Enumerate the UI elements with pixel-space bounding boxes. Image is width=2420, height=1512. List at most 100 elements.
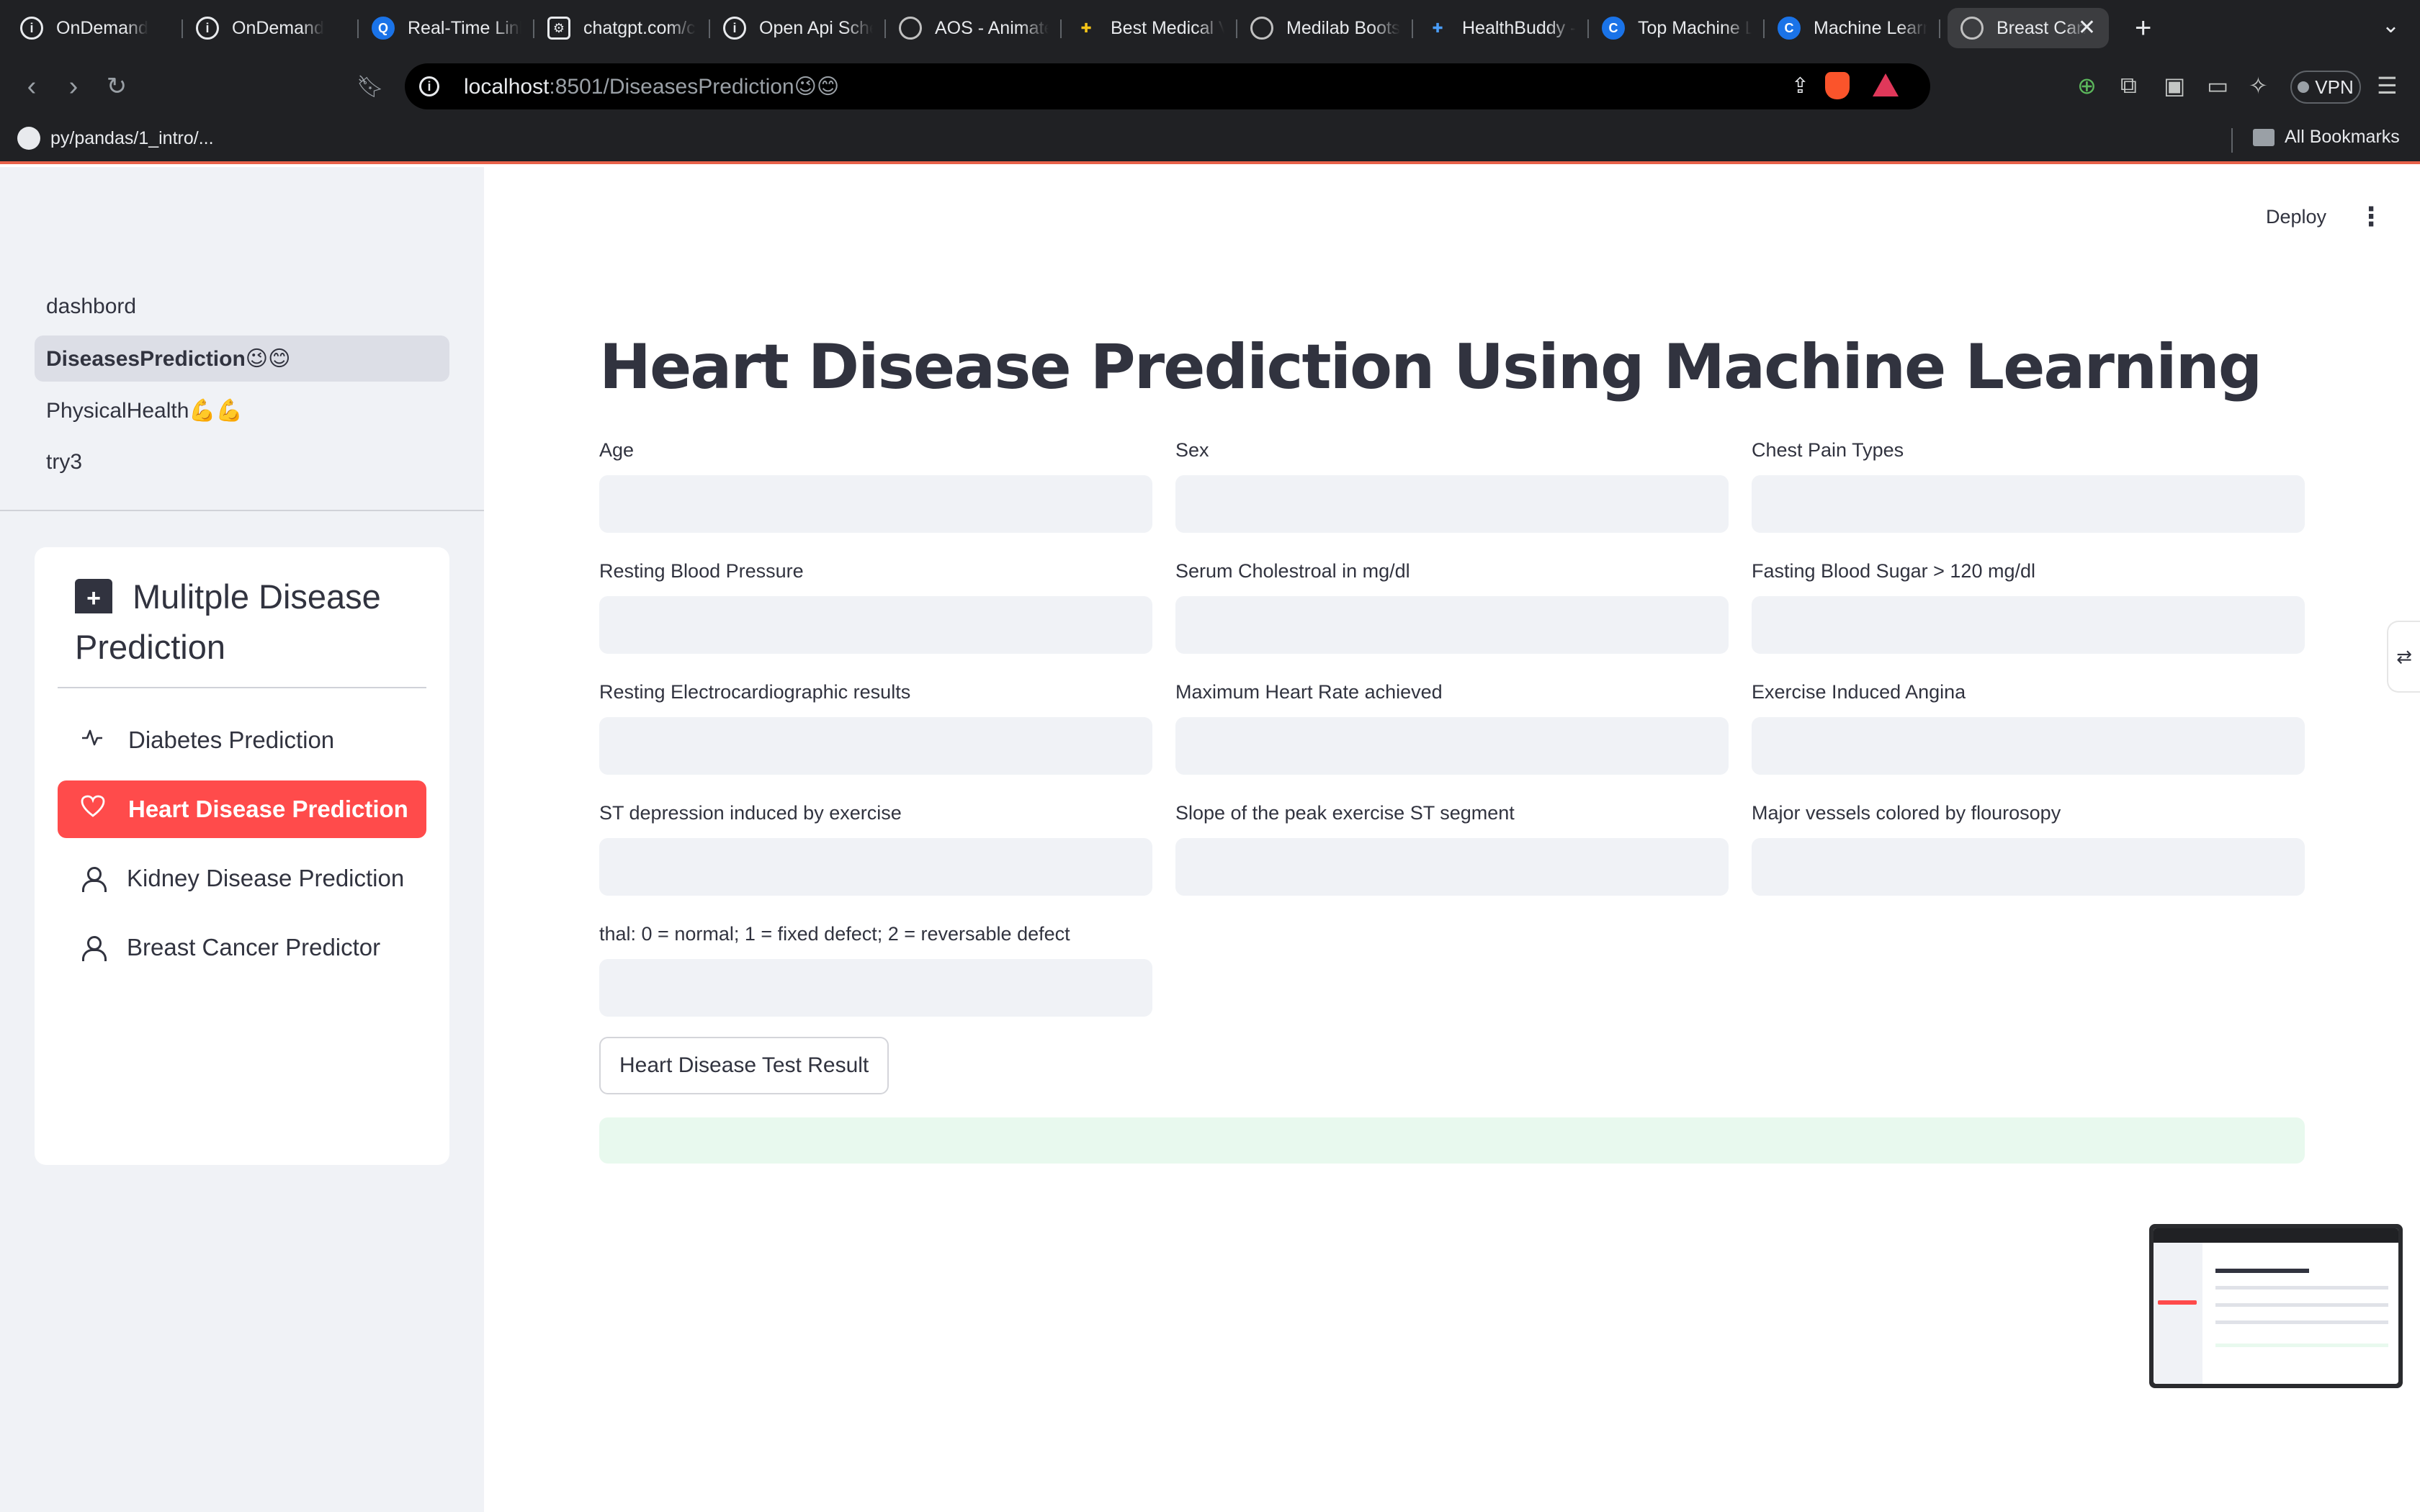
sidebar: dashbord DiseasesPrediction😉😊 PhysicalHe… [0, 167, 484, 1512]
browser-tab[interactable]: ✚ HealthBuddy - [1413, 8, 1589, 48]
medical-icon: ✚ [1080, 20, 1092, 35]
nav-link-label: DiseasesPrediction😉😊 [46, 346, 291, 371]
st-depression-input[interactable] [599, 838, 1152, 896]
tab-title: Breast Can [1996, 17, 2087, 38]
nav-link-dashbord[interactable]: dashbord [35, 284, 449, 330]
menu-item-kidney-disease[interactable]: Kidney Disease Prediction [58, 850, 426, 907]
menu-item-heart-disease[interactable]: Heart Disease Prediction [58, 780, 426, 838]
menu-item-breast-cancer[interactable]: Breast Cancer Predictor [58, 919, 426, 976]
nav-link-label: try3 [46, 450, 83, 474]
bookmark-icon[interactable]: 🔖︎ [353, 69, 387, 104]
browser-tab[interactable]: AOS - Animate [886, 8, 1062, 48]
menu-item-diabetes[interactable]: Diabetes Prediction [58, 711, 426, 769]
tab-title: Real-Time Link [408, 17, 521, 38]
side-panel-handle[interactable]: ⇄ [2387, 621, 2420, 693]
all-bookmarks-label: All Bookmarks [2285, 127, 2400, 147]
thumbnail-row [2215, 1344, 2388, 1347]
hamburger-menu-icon[interactable]: ☰ [2377, 72, 2398, 99]
url-text: localhost:8501/DiseasesPrediction😉😊 [464, 74, 839, 99]
menu-title: Mulitple Disease [58, 572, 426, 624]
fasting-sugar-input[interactable] [1752, 596, 2305, 654]
nav-link-try3[interactable]: try3 [35, 439, 449, 485]
sidebar-toggle-icon[interactable]: ▣ [2164, 72, 2185, 99]
puzzle-icon[interactable]: ⧉ [2120, 72, 2137, 99]
field-thal: thal: 0 = normal; 1 = fixed defect; 2 = … [599, 920, 1152, 1017]
deploy-button[interactable]: Deploy [2266, 206, 2326, 228]
vpn-button[interactable]: VPN [2290, 71, 2361, 104]
max-heart-rate-input[interactable] [1175, 717, 1729, 775]
thumbnail-chrome [2154, 1228, 2398, 1243]
major-vessels-input[interactable] [1752, 838, 2305, 896]
close-icon[interactable]: ✕ [2078, 15, 2096, 40]
github-icon [17, 127, 40, 150]
menu-title-line2: Prediction [75, 628, 225, 666]
browser-tab[interactable]: ✚ Best Medical V [1062, 8, 1237, 48]
person-icon [82, 867, 107, 892]
field-label: Maximum Heart Rate achieved [1175, 681, 1443, 703]
chest-pain-input[interactable] [1752, 475, 2305, 533]
age-input[interactable] [599, 475, 1152, 533]
thal-input[interactable] [599, 959, 1152, 1017]
thumbnail-row [2215, 1286, 2388, 1290]
resting-ecg-input[interactable] [599, 717, 1152, 775]
leo-ai-icon[interactable]: ✧ [2249, 72, 2268, 99]
heart-icon [81, 795, 105, 824]
extension-add-icon[interactable]: ⊕ [2077, 72, 2097, 99]
more-options-icon[interactable]: ⋮ [2358, 202, 2384, 232]
brave-rewards-icon[interactable] [1873, 73, 1899, 96]
back-button[interactable]: ‹ [14, 69, 49, 104]
browser-tab[interactable]: ⚙ chatgpt.com/c [534, 8, 710, 48]
wallet-icon[interactable]: ▭ [2207, 72, 2228, 99]
cholesterol-input[interactable] [1175, 596, 1729, 654]
brave-shield-icon[interactable] [1825, 72, 1850, 99]
field-sex: Sex [1175, 436, 1729, 533]
option-menu: Mulitple Disease Prediction Diabetes Pre… [35, 547, 449, 1165]
new-tab-button[interactable]: + [2135, 12, 2151, 45]
forward-button[interactable]: › [56, 69, 91, 104]
menu-title-line1: Mulitple Disease [133, 577, 381, 616]
st-slope-input[interactable] [1175, 838, 1729, 896]
chevron-down-icon[interactable]: ⌄ [2382, 13, 2400, 38]
field-label: Major vessels colored by flourosopy [1752, 802, 2061, 824]
nav-link-diseases-prediction[interactable]: DiseasesPrediction😉😊 [35, 336, 449, 382]
test-result-button[interactable]: Heart Disease Test Result [599, 1037, 889, 1094]
resting-bp-input[interactable] [599, 596, 1152, 654]
browser-tab[interactable]: i OnDemand [183, 8, 359, 48]
all-bookmarks-button[interactable]: All Bookmarks [2253, 127, 2400, 148]
info-circle-icon: i [20, 17, 43, 40]
field-label: Resting Electrocardiographic results [599, 681, 911, 703]
browser-tab[interactable]: C Machine Learn [1765, 8, 1940, 48]
sex-input[interactable] [1175, 475, 1729, 533]
bookmark-label: py/pandas/1_intro/... [50, 127, 214, 148]
field-chest-pain: Chest Pain Types [1752, 436, 2305, 533]
page-title: Heart Disease Prediction Using Machine L… [599, 331, 2262, 403]
site-info-icon[interactable]: i [419, 76, 439, 96]
field-max-heart-rate: Maximum Heart Rate achieved [1175, 678, 1729, 775]
bookmark-item[interactable]: py/pandas/1_intro/... [17, 127, 214, 150]
share-icon[interactable]: ⇪ [1791, 73, 1809, 99]
person-icon [82, 936, 107, 961]
browser-tab-active[interactable]: Breast Can ✕ [1948, 8, 2109, 48]
browser-tab[interactable]: Medilab Boots [1237, 8, 1413, 48]
screenshot-preview-thumbnail[interactable] [2149, 1224, 2403, 1388]
info-circle-icon: i [196, 17, 219, 40]
browser-tab[interactable]: i OnDemand [7, 8, 183, 48]
browser-tab[interactable]: i Open Api Sche [710, 8, 886, 48]
field-label: Resting Blood Pressure [599, 560, 804, 582]
tab-title: HealthBuddy - [1462, 17, 1576, 38]
field-age: Age [599, 436, 1152, 533]
c-logo-icon: C [1602, 17, 1625, 40]
browser-tab[interactable]: C Top Machine L [1589, 8, 1765, 48]
q-logo-icon: Q [372, 17, 395, 40]
reload-button[interactable]: ↻ [99, 69, 134, 104]
menu-divider [58, 687, 426, 688]
browser-tab[interactable]: Q Real-Time Link [359, 8, 534, 48]
exercise-angina-input[interactable] [1752, 717, 2305, 775]
tab-title: OnDemand [232, 17, 324, 38]
nav-link-physical-health[interactable]: PhysicalHealth💪💪 [35, 387, 449, 433]
menu-item-label: Heart Disease Prediction [128, 796, 408, 822]
address-bar[interactable]: i localhost:8501/DiseasesPrediction😉😊 ⇪ [405, 63, 1930, 109]
menu-item-label: Kidney Disease Prediction [127, 865, 405, 891]
field-cholesterol: Serum Cholestroal in mg/dl [1175, 557, 1729, 654]
info-circle-icon: i [723, 17, 746, 40]
